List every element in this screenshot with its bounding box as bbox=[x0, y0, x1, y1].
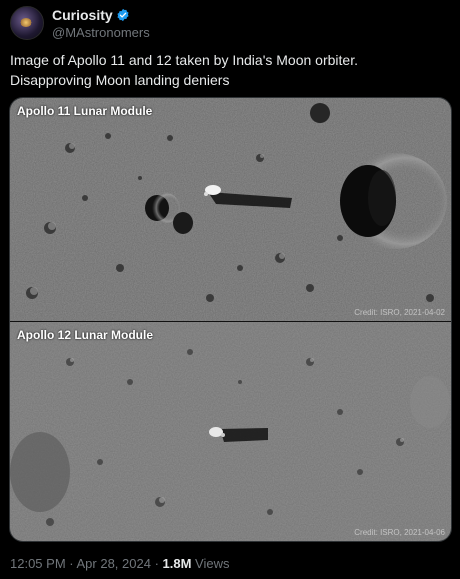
tweet-meta: 12:05 PM · Apr 28, 2024 · 1.8M Views bbox=[10, 556, 230, 571]
meta-separator: · bbox=[65, 556, 77, 571]
apollo-12-panel: Apollo 12 Lunar Module Credit: ISRO, 202… bbox=[10, 322, 451, 541]
display-name[interactable]: Curiosity bbox=[52, 7, 113, 23]
apollo-12-title: Apollo 12 Lunar Module bbox=[17, 328, 154, 342]
media-image[interactable]: Apollo 11 Lunar Module Credit: ISRO, 202… bbox=[9, 97, 452, 542]
apollo-11-credit: Credit: ISRO, 2021-04-02 bbox=[354, 308, 445, 317]
apollo-12-credit: Credit: ISRO, 2021-04-06 bbox=[354, 528, 445, 537]
apollo-11-title: Apollo 11 Lunar Module bbox=[17, 104, 153, 118]
apollo-12-moon-surface bbox=[10, 322, 451, 541]
verified-badge-icon bbox=[117, 8, 129, 22]
display-name-row: Curiosity bbox=[52, 7, 150, 23]
tweet-text: Image of Apollo 11 and 12 taken by India… bbox=[10, 52, 358, 88]
meta-separator-2: · bbox=[150, 556, 163, 571]
tweet-header: Curiosity @MAstronomers bbox=[10, 6, 150, 40]
author-names: Curiosity @MAstronomers bbox=[52, 7, 150, 40]
avatar[interactable] bbox=[10, 6, 44, 40]
tweet-date[interactable]: Apr 28, 2024 bbox=[77, 556, 151, 571]
apollo-11-moon-surface bbox=[10, 98, 451, 321]
views-count: 1.8M bbox=[162, 556, 192, 571]
author-handle[interactable]: @MAstronomers bbox=[52, 25, 150, 40]
views-label: Views bbox=[195, 556, 230, 571]
apollo-11-panel: Apollo 11 Lunar Module Credit: ISRO, 202… bbox=[10, 98, 451, 321]
tweet-time[interactable]: 12:05 PM bbox=[10, 556, 66, 571]
